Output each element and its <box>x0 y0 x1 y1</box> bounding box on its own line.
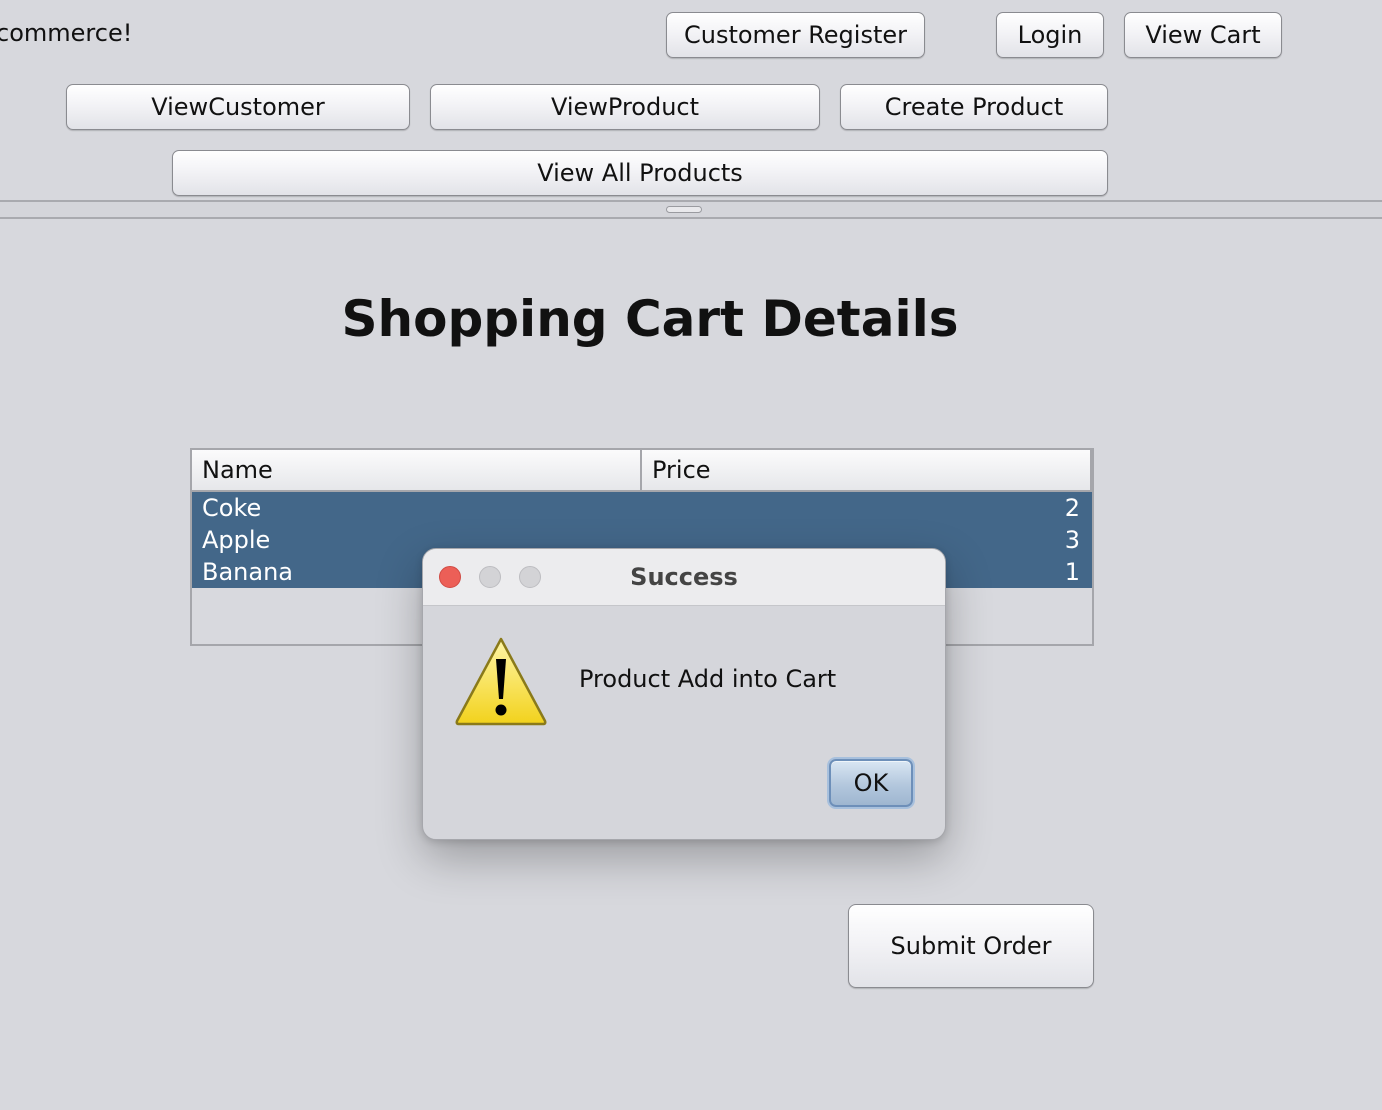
dialog-message: Product Add into Cart <box>579 665 837 693</box>
table-row[interactable]: Coke 2 <box>192 492 1092 524</box>
login-button[interactable]: Login <box>996 12 1104 58</box>
divider-grip-handle[interactable] <box>666 206 702 213</box>
view-cart-button[interactable]: View Cart <box>1124 12 1282 58</box>
split-pane-divider-bottom <box>0 217 1382 219</box>
view-product-button[interactable]: ViewProduct <box>430 84 820 130</box>
column-header-name[interactable]: Name <box>192 450 642 492</box>
welcome-text: commerce! <box>0 19 133 47</box>
success-dialog: Success Product Add into Cart OK <box>422 548 946 840</box>
warning-icon <box>455 637 547 726</box>
customer-register-button[interactable]: Customer Register <box>666 12 925 58</box>
view-all-products-button[interactable]: View All Products <box>172 150 1108 196</box>
view-customer-button[interactable]: ViewCustomer <box>66 84 410 130</box>
page-title: Shopping Cart Details <box>341 290 959 348</box>
table-header: Name Price <box>192 450 1092 492</box>
ok-button[interactable]: OK <box>829 759 913 807</box>
create-product-button[interactable]: Create Product <box>840 84 1108 130</box>
submit-order-button[interactable]: Submit Order <box>848 904 1094 988</box>
dialog-title: Success <box>630 563 738 591</box>
cell-price: 2 <box>1064 494 1080 522</box>
column-header-price[interactable]: Price <box>642 450 1092 492</box>
cell-name: Coke <box>202 494 262 522</box>
